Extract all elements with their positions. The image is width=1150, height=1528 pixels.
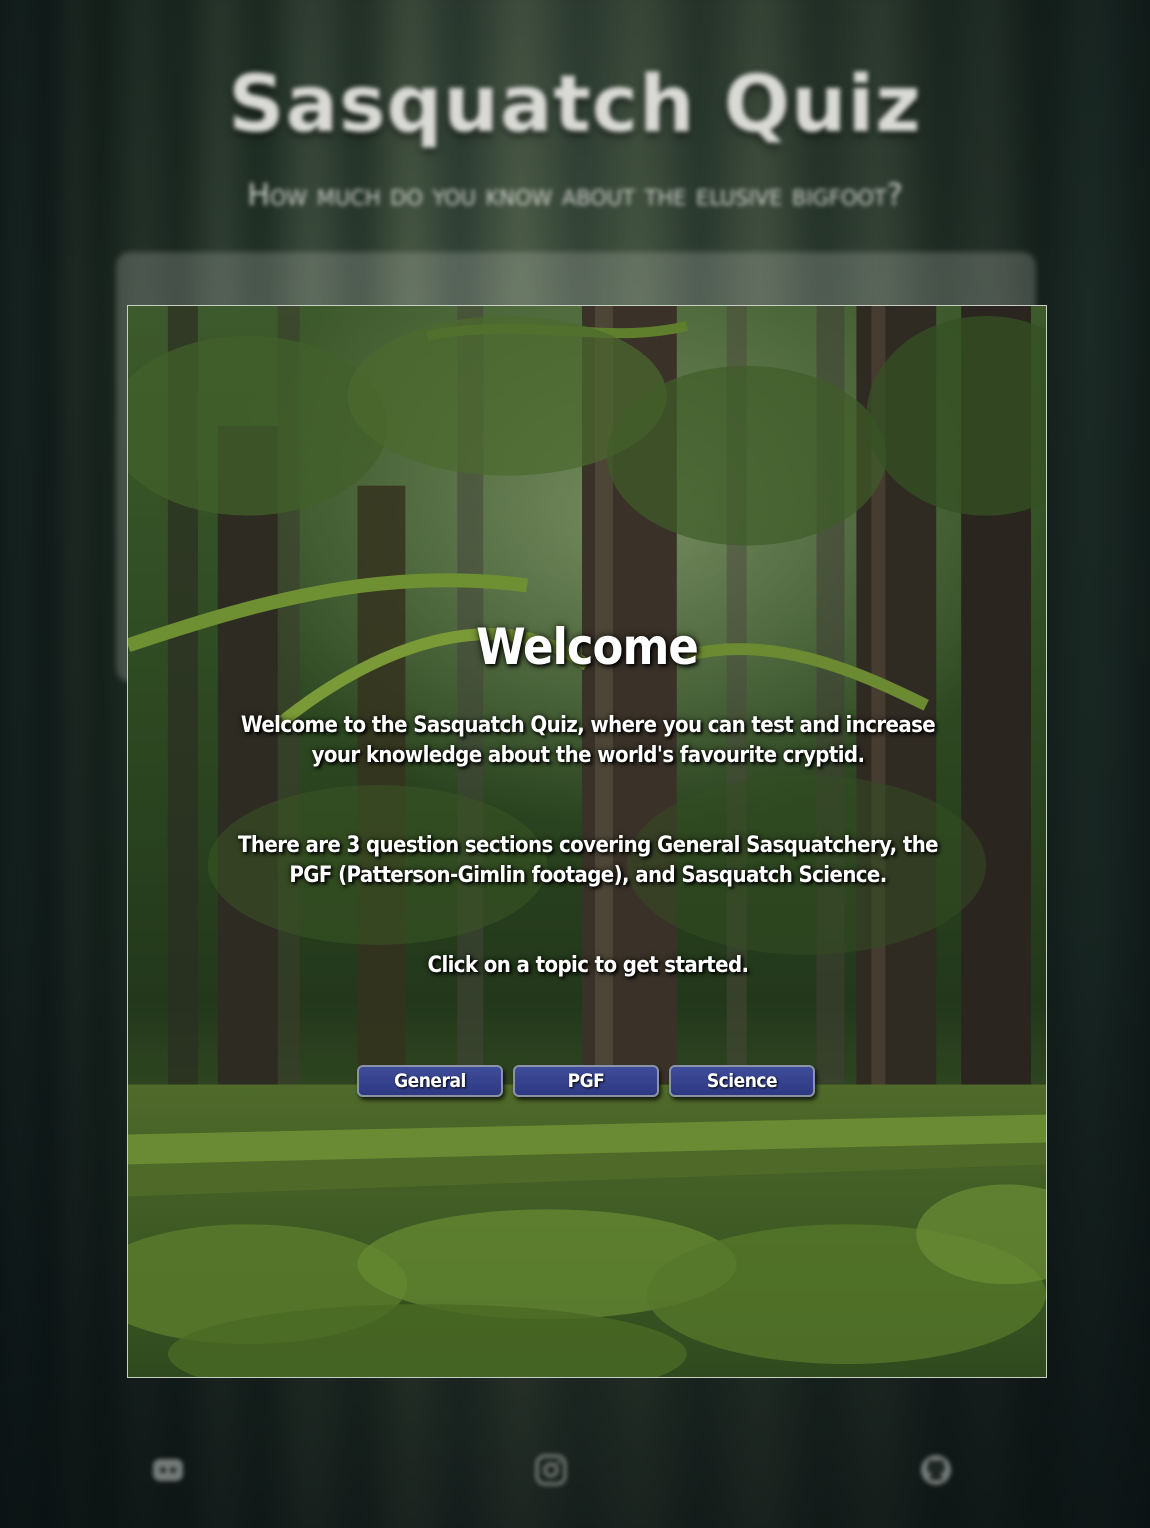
page-title: Sasquatch Quiz <box>228 60 922 150</box>
instagram-icon[interactable] <box>533 1452 569 1488</box>
sections-description-text: There are 3 question sections covering G… <box>237 833 939 888</box>
welcome-heading: Welcome <box>476 618 699 676</box>
pgf-topic-button[interactable]: PGF <box>513 1065 659 1097</box>
page-subtitle: How much do you know about the elusive b… <box>247 178 903 213</box>
welcome-content: Welcome Welcome to the Sasquatch Quiz, w… <box>128 306 1046 1377</box>
welcome-intro-text: Welcome to the Sasquatch Quiz, where you… <box>240 713 936 768</box>
topic-buttons: General PGF Science <box>357 1065 819 1099</box>
discord-icon[interactable] <box>150 1452 186 1488</box>
science-topic-button[interactable]: Science <box>669 1065 815 1097</box>
get-started-text: Click on a topic to get started. <box>427 953 750 978</box>
github-icon[interactable] <box>918 1452 954 1488</box>
footer <box>0 1440 1150 1510</box>
welcome-modal: Welcome Welcome to the Sasquatch Quiz, w… <box>127 305 1047 1378</box>
general-topic-button[interactable]: General <box>357 1065 503 1097</box>
